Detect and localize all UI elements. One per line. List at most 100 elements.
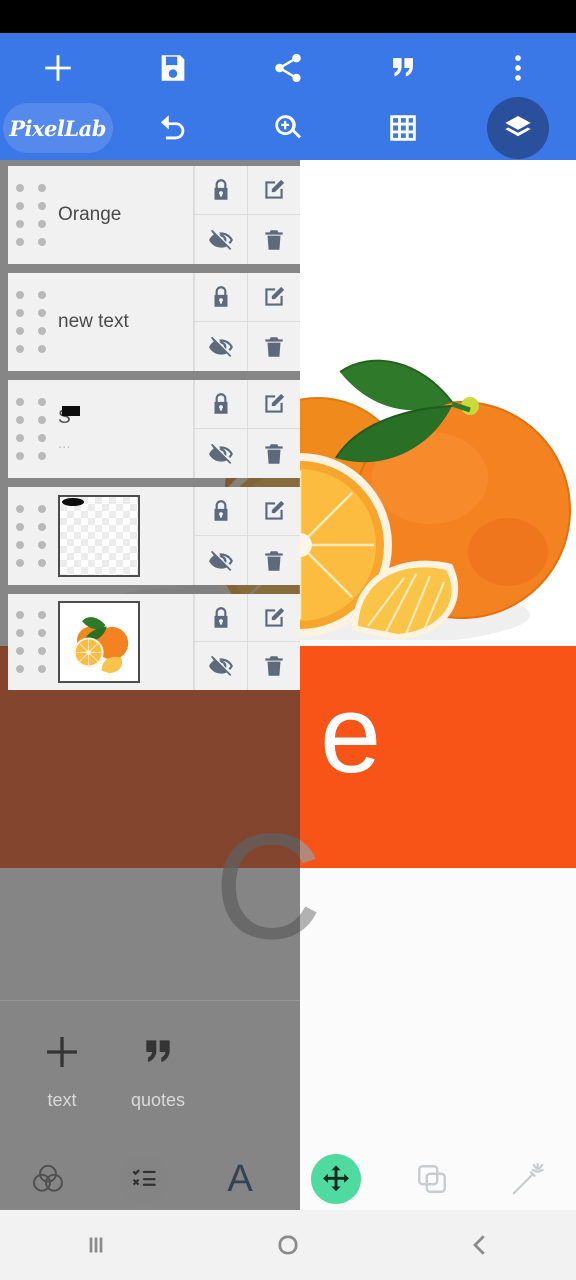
- edit-icon: [265, 286, 285, 306]
- drag-handle-icon[interactable]: [8, 594, 54, 690]
- layer-title: new text: [58, 311, 129, 333]
- layer-info[interactable]: [54, 594, 194, 690]
- lock-button[interactable]: [194, 380, 247, 429]
- undo-icon: [156, 111, 190, 145]
- delete-button[interactable]: [247, 642, 300, 690]
- edit-icon: [265, 179, 285, 199]
- drag-handle-icon[interactable]: [8, 380, 54, 478]
- lock-icon: [214, 179, 228, 200]
- table-row[interactable]: new text: [8, 273, 300, 371]
- overflow-menu-button[interactable]: [461, 37, 576, 99]
- quote-icon: [386, 51, 420, 85]
- grid-button[interactable]: [346, 97, 461, 159]
- trash-icon: [265, 443, 283, 464]
- pixellab-logo: PixelLab: [2, 103, 113, 153]
- layer-actions: [194, 487, 300, 585]
- table-row[interactable]: S ...: [8, 380, 300, 478]
- delete-button[interactable]: [247, 429, 300, 478]
- edit-icon: [265, 500, 285, 520]
- add-text-label: text: [47, 1090, 77, 1110]
- back-button[interactable]: [384, 1230, 576, 1260]
- share-button[interactable]: [230, 37, 345, 99]
- zoom-button[interactable]: [230, 97, 345, 159]
- undo-button[interactable]: [115, 97, 230, 159]
- duplicate-icon: [414, 1161, 450, 1197]
- drag-handle-icon[interactable]: [8, 487, 54, 585]
- layers-list-tool-button[interactable]: [96, 1148, 192, 1210]
- lock-button[interactable]: [194, 487, 247, 536]
- home-circle-icon: [278, 1235, 298, 1255]
- edit-button[interactable]: [247, 487, 300, 536]
- add-button[interactable]: [0, 37, 115, 99]
- eye-off-icon: [209, 336, 233, 357]
- table-row[interactable]: [8, 487, 300, 585]
- layer-info[interactable]: S ...: [54, 380, 194, 478]
- visibility-button[interactable]: [194, 642, 247, 690]
- recents-icon: [89, 1237, 103, 1253]
- move-arrows-icon: [311, 1154, 361, 1204]
- layers-list: Orange new text S ...: [0, 160, 300, 699]
- quotes-button[interactable]: [346, 37, 461, 99]
- selection-marker: [62, 406, 80, 416]
- eye-off-icon: [209, 443, 233, 464]
- pixellab-logo-button[interactable]: PixelLab: [0, 97, 115, 159]
- venn-circles-icon: [30, 1161, 66, 1197]
- text-tool-button[interactable]: A: [192, 1148, 288, 1210]
- edit-button[interactable]: [247, 380, 300, 429]
- zoom-in-icon: [271, 111, 305, 145]
- edit-button[interactable]: [247, 166, 300, 215]
- eye-off-icon: [209, 229, 233, 250]
- magic-wand-tool-button[interactable]: [480, 1148, 576, 1210]
- recents-button[interactable]: [0, 1230, 192, 1260]
- visibility-button[interactable]: [194, 322, 247, 371]
- move-tool-button[interactable]: [288, 1148, 384, 1210]
- more-vertical-icon: [501, 51, 535, 85]
- grid-icon: [386, 111, 420, 145]
- trash-icon: [265, 550, 283, 571]
- lock-icon: [214, 286, 228, 307]
- lock-icon: [214, 393, 228, 414]
- trash-icon: [265, 336, 283, 357]
- edit-button[interactable]: [247, 594, 300, 642]
- drag-handle-icon[interactable]: [8, 166, 54, 264]
- table-row[interactable]: [8, 594, 300, 690]
- layer-info[interactable]: new text: [54, 273, 194, 371]
- home-button[interactable]: [192, 1230, 384, 1260]
- eye-off-icon: [209, 550, 233, 571]
- canvas-text-value: e: [320, 673, 382, 796]
- add-quotes-label: quotes: [130, 1090, 186, 1110]
- layers-panel[interactable]: Orange new text S ... text quotes: [0, 160, 300, 1160]
- lock-icon: [214, 500, 228, 521]
- visibility-button[interactable]: [194, 429, 247, 478]
- selection-marker: [62, 498, 84, 506]
- add-quotes-button[interactable]: quotes: [110, 1022, 206, 1111]
- blend-tool-button[interactable]: [0, 1148, 96, 1210]
- drag-handle-icon[interactable]: [8, 273, 54, 371]
- quote-icon: [138, 1022, 178, 1082]
- pixellab-logo-text: PixelLab: [9, 115, 106, 141]
- layer-info[interactable]: Orange: [54, 166, 194, 264]
- edit-icon: [265, 607, 285, 627]
- duplicate-tool-button[interactable]: [384, 1148, 480, 1210]
- add-items: text quotes: [0, 1000, 300, 1111]
- visibility-button[interactable]: [194, 215, 247, 264]
- layer-actions: [194, 166, 300, 264]
- add-element-bar: text quotes: [0, 1000, 300, 1160]
- divider: [0, 1000, 300, 1001]
- table-row[interactable]: Orange: [8, 166, 300, 264]
- lock-icon: [214, 606, 228, 628]
- add-text-button[interactable]: text: [14, 1022, 110, 1111]
- lock-button[interactable]: [194, 273, 247, 322]
- layers-button[interactable]: [461, 97, 576, 159]
- lock-button[interactable]: [194, 166, 247, 215]
- app-root: PixelLab e Orange new text S ... text qu…: [0, 0, 576, 1280]
- edit-button[interactable]: [247, 273, 300, 322]
- canvas-text-layer[interactable]: e: [300, 646, 576, 868]
- lock-button[interactable]: [194, 594, 247, 642]
- delete-button[interactable]: [247, 215, 300, 264]
- layer-actions: [194, 273, 300, 371]
- delete-button[interactable]: [247, 536, 300, 585]
- save-button[interactable]: [115, 37, 230, 99]
- delete-button[interactable]: [247, 322, 300, 371]
- visibility-button[interactable]: [194, 536, 247, 585]
